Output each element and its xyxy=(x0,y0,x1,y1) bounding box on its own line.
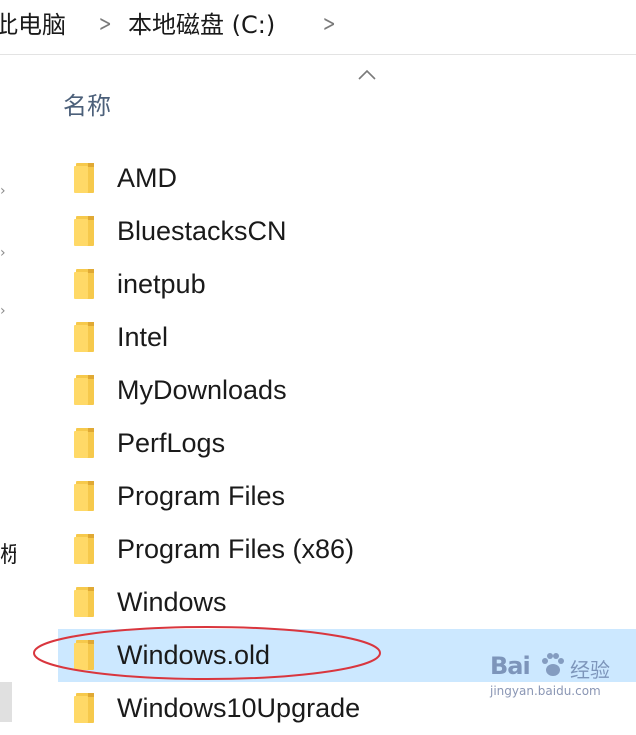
folder-name: inetpub xyxy=(117,269,206,299)
nav-scrollbar[interactable] xyxy=(0,682,12,722)
folder-row-selected[interactable]: Windows.old xyxy=(58,629,636,682)
nav-item-label[interactable]: 栎 xyxy=(0,537,16,569)
breadcrumb-chevron-icon[interactable]: > xyxy=(323,10,336,40)
folder-icon xyxy=(74,640,94,670)
nav-expand-chevron-icon[interactable]: › xyxy=(0,303,6,319)
folder-row[interactable]: AMD xyxy=(58,152,636,205)
folder-icon xyxy=(74,481,94,511)
folder-icon xyxy=(74,163,94,193)
folder-row[interactable]: Intel xyxy=(58,311,636,364)
folder-name: AMD xyxy=(117,163,177,193)
breadcrumb-chevron-icon[interactable]: > xyxy=(99,10,112,40)
folder-row[interactable]: inetpub xyxy=(58,258,636,311)
folder-name: Windows.old xyxy=(117,640,271,670)
folder-name: BluestacksCN xyxy=(117,216,287,246)
breadcrumb-local-disk-c[interactable]: 本地磁盘 (C:) xyxy=(128,9,275,41)
nav-expand-chevron-icon[interactable]: › xyxy=(0,183,6,199)
file-list: AMD BluestacksCN inetpub Intel MyDownloa… xyxy=(58,152,636,735)
sort-ascending-icon[interactable] xyxy=(356,68,378,82)
folder-icon xyxy=(74,534,94,564)
folder-name: Intel xyxy=(117,322,169,352)
folder-icon xyxy=(74,428,94,458)
folder-icon xyxy=(74,216,94,246)
folder-icon xyxy=(74,269,94,299)
folder-name: Windows10Upgrade xyxy=(117,693,361,723)
address-bar[interactable]: 此电脑 > 本地磁盘 (C:) > xyxy=(0,0,636,55)
folder-name: Windows xyxy=(117,587,227,617)
navigation-pane[interactable]: › › › 栎 xyxy=(0,55,20,722)
column-header-name[interactable]: 名称 xyxy=(63,86,111,121)
folder-row[interactable]: Program Files xyxy=(58,470,636,523)
folder-name: Program Files (x86) xyxy=(117,534,355,564)
folder-name: MyDownloads xyxy=(117,375,287,405)
folder-name: Program Files xyxy=(117,481,286,511)
folder-icon xyxy=(74,322,94,352)
folder-icon xyxy=(74,375,94,405)
folder-row[interactable]: BluestacksCN xyxy=(58,205,636,258)
nav-expand-chevron-icon[interactable]: › xyxy=(0,245,6,261)
folder-row[interactable]: MyDownloads xyxy=(58,364,636,417)
folder-name: PerfLogs xyxy=(117,428,226,458)
folder-row[interactable]: Windows xyxy=(58,576,636,629)
folder-icon xyxy=(74,587,94,617)
folder-row[interactable]: Windows10Upgrade xyxy=(58,682,636,735)
folder-row[interactable]: PerfLogs xyxy=(58,417,636,470)
breadcrumb-this-pc[interactable]: 此电脑 xyxy=(0,9,66,41)
folder-row[interactable]: Program Files (x86) xyxy=(58,523,636,576)
